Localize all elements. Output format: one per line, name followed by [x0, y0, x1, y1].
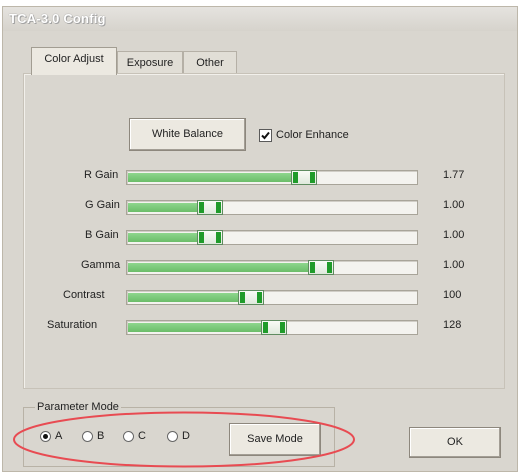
- b-gain-value: 1.00: [443, 229, 465, 241]
- mode-a-label: A: [55, 430, 63, 442]
- saturation-thumb[interactable]: [261, 320, 287, 335]
- mode-d-label: D: [182, 430, 190, 442]
- slider-label-gamma: Gamma: [81, 259, 121, 271]
- g-gain-slider[interactable]: [126, 200, 418, 215]
- g-gain-value: 1.00: [443, 199, 465, 211]
- gamma-fill: [128, 263, 321, 272]
- contrast-value: 100: [443, 289, 462, 301]
- saturation-value: 128: [443, 319, 462, 331]
- ok-button[interactable]: OK: [409, 427, 501, 458]
- g-gain-thumb[interactable]: [197, 200, 223, 215]
- contrast-slider[interactable]: [126, 290, 418, 305]
- r-gain-slider[interactable]: [126, 170, 418, 185]
- mode-b-radio[interactable]: [82, 431, 93, 442]
- r-gain-thumb[interactable]: [291, 170, 317, 185]
- b-gain-thumb[interactable]: [197, 230, 223, 245]
- saturation-slider[interactable]: [126, 320, 418, 335]
- mode-c-label: C: [138, 430, 146, 442]
- gamma-slider[interactable]: [126, 260, 418, 275]
- tab-color-adjust[interactable]: Color Adjust: [31, 47, 117, 75]
- mode-c-radio[interactable]: [123, 431, 134, 442]
- contrast-thumb[interactable]: [238, 290, 264, 305]
- r-gain-fill: [128, 173, 304, 182]
- r-gain-value: 1.77: [443, 169, 465, 181]
- slider-label-g-gain: G Gain: [85, 199, 120, 211]
- save-mode-button[interactable]: Save Mode: [229, 423, 321, 456]
- slider-label-b-gain: B Gain: [85, 229, 119, 241]
- color-enhance-checkbox[interactable]: [259, 129, 272, 142]
- check-icon: [261, 131, 270, 140]
- b-gain-slider[interactable]: [126, 230, 418, 245]
- slider-label-r-gain: R Gain: [84, 169, 119, 181]
- slider-label-saturation: Saturation: [47, 319, 98, 331]
- saturation-fill: [128, 323, 274, 332]
- tab-exposure[interactable]: Exposure: [117, 51, 183, 73]
- mode-b-label: B: [97, 430, 105, 442]
- config-window: TCA-3.0 Config Color Adjust Exposure Oth…: [2, 6, 518, 472]
- tab-other[interactable]: Other: [183, 51, 237, 73]
- white-balance-button[interactable]: White Balance: [129, 118, 246, 151]
- gamma-value: 1.00: [443, 259, 465, 271]
- slider-label-contrast: Contrast: [63, 289, 105, 301]
- parameter-mode-label: Parameter Mode: [35, 401, 121, 413]
- gamma-thumb[interactable]: [308, 260, 334, 275]
- mode-a-radio[interactable]: [40, 431, 51, 442]
- window-title: TCA-3.0 Config: [3, 7, 517, 31]
- contrast-fill: [128, 293, 251, 302]
- color-enhance-label: Color Enhance: [276, 129, 349, 141]
- mode-d-radio[interactable]: [167, 431, 178, 442]
